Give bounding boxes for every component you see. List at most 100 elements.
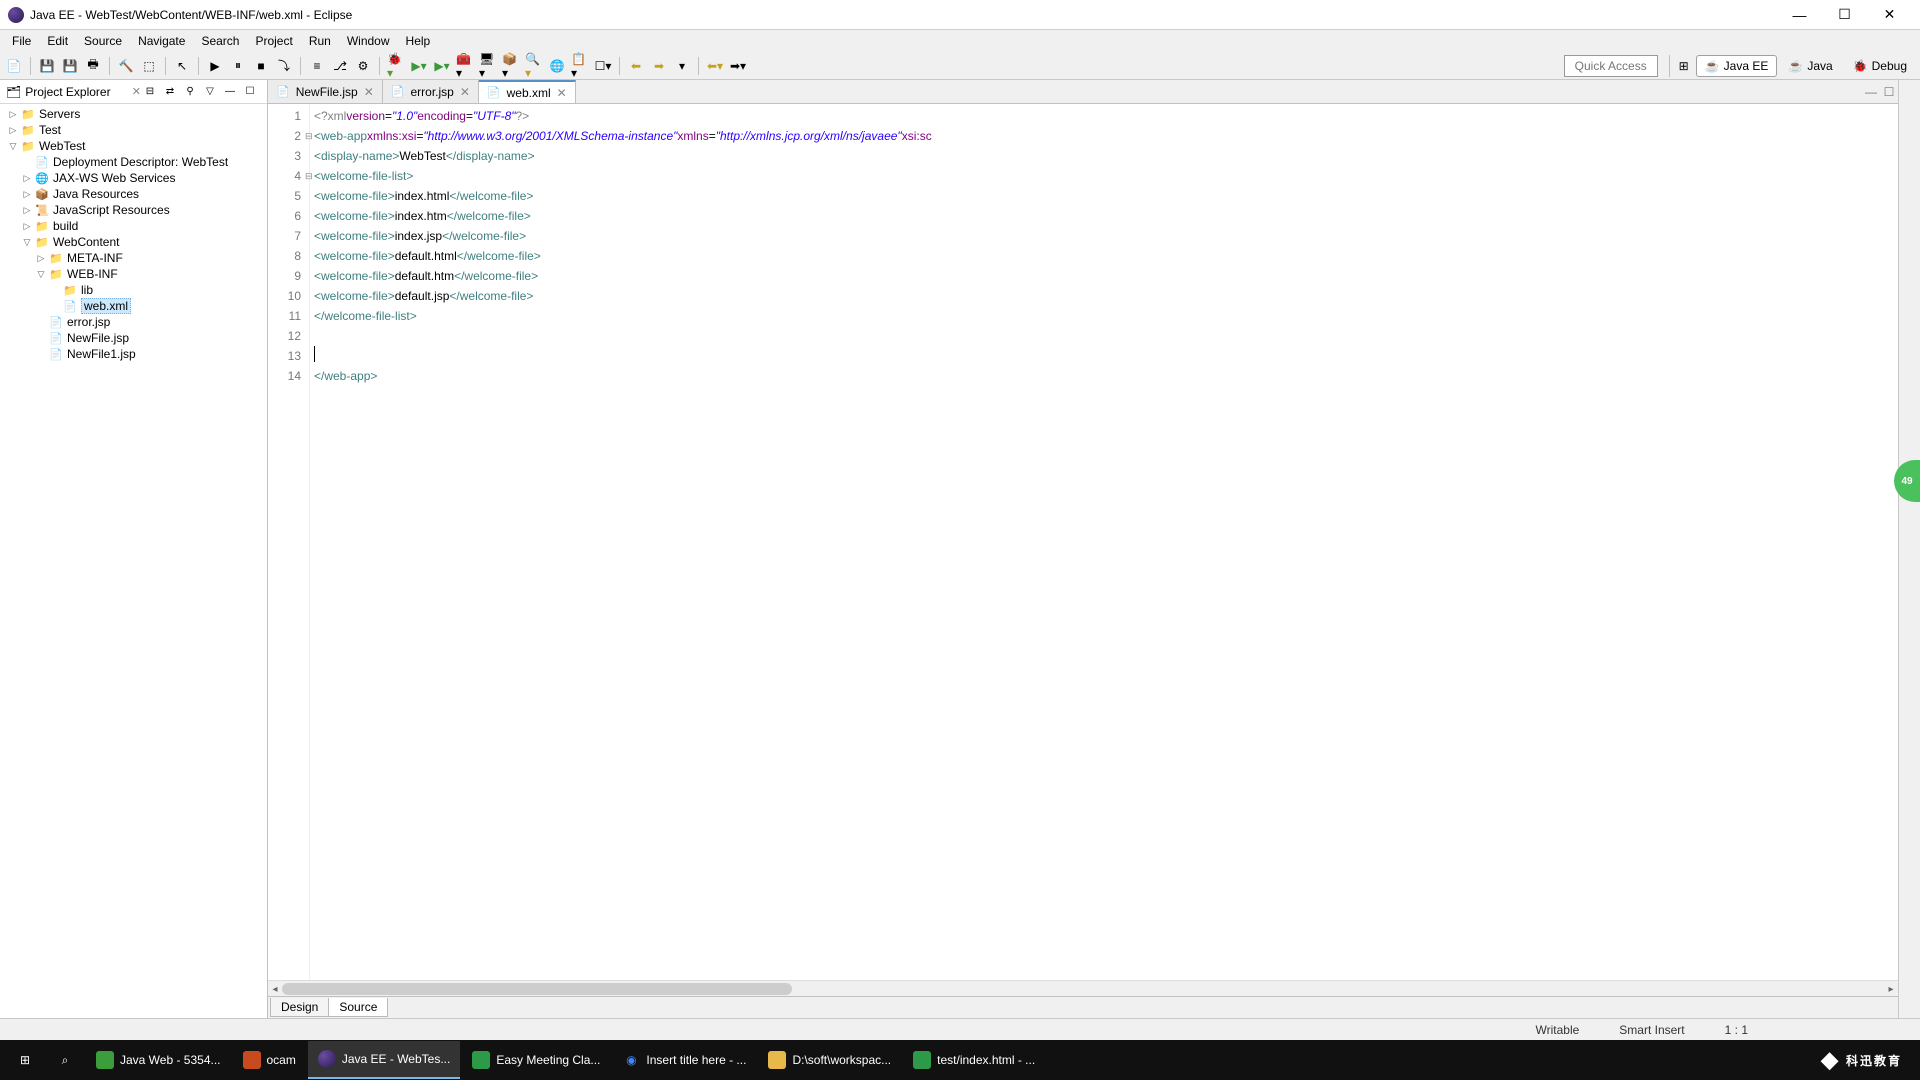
taskbar-item[interactable]: ◉Insert title here - ...: [612, 1041, 756, 1079]
tree-arrow-icon[interactable]: ▷: [34, 253, 48, 264]
tool-btn[interactable]: ≡: [307, 56, 327, 76]
horizontal-scrollbar[interactable]: ◂ ▸: [268, 980, 1898, 996]
tab-close-icon[interactable]: ✕: [364, 85, 374, 99]
nav-back[interactable]: ⬅▾: [705, 56, 725, 76]
menu-run[interactable]: Run: [301, 32, 339, 50]
tree-node[interactable]: ▽📁WebContent: [0, 234, 267, 250]
tree-node[interactable]: ▷📜JavaScript Resources: [0, 202, 267, 218]
tree-node[interactable]: 📄NewFile1.jsp: [0, 346, 267, 362]
minimize-button[interactable]: —: [1777, 1, 1822, 29]
back-button[interactable]: ⬅: [626, 56, 646, 76]
tree-arrow-icon[interactable]: ▷: [20, 205, 34, 216]
taskbar-item[interactable]: Easy Meeting Cla...: [462, 1041, 610, 1079]
collapse-all-button[interactable]: ⊟: [141, 83, 159, 101]
tool-btn[interactable]: ⬚: [139, 56, 159, 76]
perspective-javaee[interactable]: ☕ Java EE: [1696, 55, 1778, 77]
menu-project[interactable]: Project: [247, 32, 300, 50]
scroll-left-button[interactable]: ◂: [268, 981, 282, 997]
taskbar-item[interactable]: test/index.html - ...: [903, 1041, 1045, 1079]
menu-edit[interactable]: Edit: [39, 32, 76, 50]
menu-source[interactable]: Source: [76, 32, 130, 50]
stop-button[interactable]: ■: [251, 56, 271, 76]
tree-arrow-icon[interactable]: ▷: [20, 221, 34, 232]
step-button[interactable]: ⤵: [274, 56, 294, 76]
tree-arrow-icon[interactable]: ▷: [6, 125, 20, 136]
new-button[interactable]: 📄: [4, 56, 24, 76]
tool-dropdown[interactable]: ☐▾: [593, 56, 613, 76]
quick-access-input[interactable]: Quick Access: [1564, 55, 1658, 77]
tree-node[interactable]: ▷📦Java Resources: [0, 186, 267, 202]
minimize-view-button[interactable]: —: [221, 83, 239, 101]
focus-button[interactable]: ⚲: [181, 83, 199, 101]
menu-navigate[interactable]: Navigate: [130, 32, 193, 50]
editor-tab[interactable]: 📄NewFile.jsp✕: [268, 80, 383, 103]
tree-node[interactable]: 📁lib: [0, 282, 267, 298]
save-all-button[interactable]: 💾: [60, 56, 80, 76]
taskbar-item[interactable]: ⊞: [6, 1041, 44, 1079]
scroll-right-button[interactable]: ▸: [1884, 981, 1898, 997]
taskbar-item[interactable]: Java EE - WebTes...: [308, 1041, 461, 1079]
tree-arrow-icon[interactable]: ▷: [20, 189, 34, 200]
tree-node[interactable]: ▷📁build: [0, 218, 267, 234]
nav-dropdown[interactable]: ▾: [672, 56, 692, 76]
maximize-button[interactable]: ☐: [1822, 1, 1867, 29]
menu-window[interactable]: Window: [339, 32, 398, 50]
tree-node[interactable]: ▷🌐JAX-WS Web Services: [0, 170, 267, 186]
selection-tool[interactable]: ↖: [172, 56, 192, 76]
run-dropdown[interactable]: ▶▾: [409, 56, 429, 76]
perspective-java[interactable]: ☕ Java: [1779, 55, 1841, 77]
tree-arrow-icon[interactable]: ▽: [20, 237, 34, 248]
tree-node[interactable]: 📄error.jsp: [0, 314, 267, 330]
tree-node[interactable]: 📄Deployment Descriptor: WebTest: [0, 154, 267, 170]
code-content[interactable]: <?xml version="1.0" encoding="UTF-8"?><w…: [310, 104, 1898, 980]
save-button[interactable]: 💾: [37, 56, 57, 76]
tool-btn[interactable]: ⎇: [330, 56, 350, 76]
maximize-view-button[interactable]: ☐: [241, 83, 259, 101]
source-tab[interactable]: Source: [328, 998, 388, 1017]
new-server-dropdown[interactable]: 🖥▾: [478, 56, 498, 76]
tool-btn[interactable]: ⚙: [353, 56, 373, 76]
tab-close-icon[interactable]: ✕: [460, 85, 470, 99]
search-dropdown[interactable]: 🔍▾: [524, 56, 544, 76]
taskbar-item[interactable]: D:\soft\workspac...: [758, 1041, 901, 1079]
taskbar-item[interactable]: ocam: [233, 1041, 306, 1079]
menu-file[interactable]: File: [4, 32, 39, 50]
tab-close-icon[interactable]: ✕: [557, 86, 567, 100]
close-button[interactable]: ✕: [1867, 1, 1912, 29]
menu-search[interactable]: Search: [193, 32, 247, 50]
tree-node[interactable]: ▽📁WEB-INF: [0, 266, 267, 282]
forward-button[interactable]: ➡: [649, 56, 669, 76]
tool-btn[interactable]: 🌐: [547, 56, 567, 76]
tree-node[interactable]: 📄NewFile.jsp: [0, 330, 267, 346]
run-last-dropdown[interactable]: ▶▾: [432, 56, 452, 76]
tree-node[interactable]: ▽📁WebTest: [0, 138, 267, 154]
tool-dropdown[interactable]: 📦▾: [501, 56, 521, 76]
tree-node[interactable]: ▷📁META-INF: [0, 250, 267, 266]
taskbar-item[interactable]: Java Web - 5354...: [86, 1041, 231, 1079]
nav-forward[interactable]: ➡▾: [728, 56, 748, 76]
view-close-icon[interactable]: ✕: [132, 85, 141, 98]
code-editor[interactable]: 12⊟34⊟567891011121314 <?xml version="1.0…: [268, 104, 1898, 980]
tree-arrow-icon[interactable]: ▷: [20, 173, 34, 184]
print-button[interactable]: 🖶: [83, 56, 103, 76]
design-tab[interactable]: Design: [270, 998, 329, 1017]
editor-tab[interactable]: 📄web.xml✕: [479, 80, 576, 103]
open-perspective-button[interactable]: ⊞: [1674, 56, 1694, 76]
pause-button[interactable]: ⏸: [228, 56, 248, 76]
perspective-debug[interactable]: 🐞 Debug: [1844, 55, 1916, 77]
tree-arrow-icon[interactable]: ▽: [34, 269, 48, 280]
tree-node[interactable]: 📄web.xml: [0, 298, 267, 314]
project-tree[interactable]: ▷📁Servers▷📁Test▽📁WebTest📄Deployment Desc…: [0, 104, 267, 1018]
taskbar-item[interactable]: ⌕: [46, 1041, 84, 1079]
debug-dropdown[interactable]: 🐞▾: [386, 56, 406, 76]
tree-node[interactable]: ▷📁Test: [0, 122, 267, 138]
menu-help[interactable]: Help: [398, 32, 439, 50]
tree-node[interactable]: ▷📁Servers: [0, 106, 267, 122]
external-tools-dropdown[interactable]: 🧰▾: [455, 56, 475, 76]
editor-maximize-button[interactable]: ☐: [1880, 80, 1898, 103]
tree-arrow-icon[interactable]: ▽: [6, 141, 20, 152]
tree-arrow-icon[interactable]: ▷: [6, 109, 20, 120]
link-editor-button[interactable]: ⇄: [161, 83, 179, 101]
scrollbar-thumb[interactable]: [282, 983, 792, 995]
editor-minimize-button[interactable]: —: [1862, 80, 1880, 103]
